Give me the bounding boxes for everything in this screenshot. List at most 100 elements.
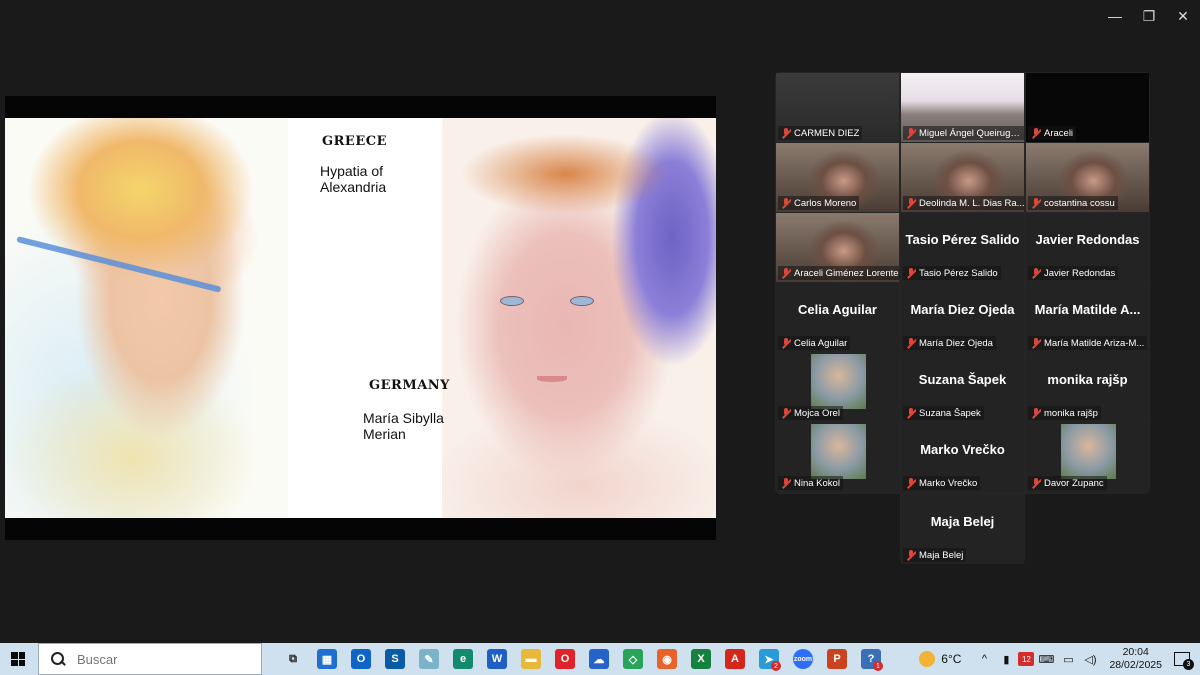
clock-date: 28/02/2025 (1109, 659, 1162, 671)
participant-tile[interactable]: Nina Kokol (776, 423, 899, 492)
sway-taskbar-button[interactable]: S (378, 643, 412, 675)
weather-widget[interactable]: 6°C (919, 651, 961, 667)
participant-tile[interactable]: monika rajšp monika rajšp (1026, 353, 1149, 422)
opera-icon: O (555, 649, 575, 669)
telegram-taskbar-button[interactable]: ➤ 2 (752, 643, 786, 675)
zoom-icon: zoom (793, 649, 813, 669)
participant-tile[interactable]: Tasio Pérez Salido Tasio Pérez Salido (901, 213, 1024, 282)
keyboard-icon[interactable]: ⌨ (1036, 649, 1056, 669)
clock[interactable]: 20:04 28/02/2025 (1109, 646, 1162, 672)
onedrive-icon: ☁ (589, 649, 609, 669)
presentation-slide: GREECE Hypatia of Alexandria GERMANY Mar… (5, 118, 716, 518)
participant-tile[interactable]: CARMEN DIEZ (776, 73, 899, 142)
participant-tile[interactable]: Javier Redondas Javier Redondas (1026, 213, 1149, 282)
participant-name-bar: Araceli (1028, 126, 1077, 140)
file-explorer-icon: ▬ (521, 649, 541, 669)
muted-mic-icon (1031, 127, 1041, 139)
participant-name: Carlos Moreno (794, 197, 857, 209)
participant-tile[interactable]: María Diez Ojeda María Diez Ojeda (901, 283, 1024, 352)
geogebra-taskbar-button[interactable]: ◇ (616, 643, 650, 675)
muted-mic-icon (1031, 477, 1041, 489)
word-taskbar-button[interactable]: W (480, 643, 514, 675)
pinned-apps: ⧉ ▦ O S ✎ e W ▬ O ☁ ◇ ◉ X A ➤ 2 zoom P? 1 (276, 643, 888, 675)
onedrive-taskbar-button[interactable]: ☁ (582, 643, 616, 675)
minimize-button[interactable]: — (1098, 0, 1132, 32)
edge-taskbar-button[interactable]: e (446, 643, 480, 675)
taskbar-search[interactable] (38, 643, 262, 675)
excel-taskbar-button[interactable]: X (684, 643, 718, 675)
participant-tile[interactable]: Mojca Orel (776, 353, 899, 422)
store-icon: ▦ (317, 649, 337, 669)
sway-icon: S (385, 649, 405, 669)
muted-mic-icon (906, 127, 916, 139)
participant-tile[interactable]: Deolinda M. L. Dias Ra... (901, 143, 1024, 212)
store-taskbar-button[interactable]: ▦ (310, 643, 344, 675)
participant-tile[interactable]: Carlos Moreno (776, 143, 899, 212)
file-explorer-taskbar-button[interactable]: ▬ (514, 643, 548, 675)
help-taskbar-button[interactable]: ? 1 (854, 643, 888, 675)
acrobat-taskbar-button[interactable]: A (718, 643, 752, 675)
participant-name: Miguel Ángel Queiruga Di... (919, 127, 1024, 139)
muted-mic-icon (906, 477, 916, 489)
participant-name: monika rajšp (1044, 407, 1098, 419)
participant-tile[interactable]: Celia Aguilar Celia Aguilar (776, 283, 899, 352)
participant-name-bar: María Matilde Ariza-M... (1028, 336, 1148, 350)
volume-icon[interactable]: ◁) (1080, 649, 1100, 669)
firefox-taskbar-button[interactable]: ◉ (650, 643, 684, 675)
muted-mic-icon (781, 267, 791, 279)
participant-big-name: Marko Vrečko (920, 442, 1005, 457)
network-icon[interactable]: ▭ (1058, 649, 1078, 669)
participant-tile[interactable]: Suzana Šapek Suzana Šapek (901, 353, 1024, 422)
right-person-label: María Sibylla Merian (363, 410, 444, 442)
participant-name: Mojca Orel (794, 407, 840, 419)
microphone-icon[interactable]: ▮ (996, 649, 1016, 669)
participant-tile[interactable]: María Matilde A... María Matilde Ariza-M.… (1026, 283, 1149, 352)
participant-name: Javier Redondas (1044, 267, 1116, 279)
muted-mic-icon (1031, 337, 1041, 349)
participant-tile[interactable]: Davor Zupanc (1026, 423, 1149, 492)
edge-icon: e (453, 649, 473, 669)
participant-tile[interactable]: Miguel Ángel Queiruga Di... (901, 73, 1024, 142)
search-input[interactable] (75, 650, 239, 668)
start-button[interactable] (0, 643, 36, 675)
weather-temp: 6°C (941, 652, 962, 666)
muted-mic-icon (781, 197, 791, 209)
zoom-taskbar-button[interactable]: zoom (786, 643, 820, 675)
left-person-label: Hypatia of Alexandria (320, 163, 387, 195)
participant-big-name: María Diez Ojeda (910, 302, 1015, 317)
powerpoint-icon: P (827, 649, 847, 669)
notification-center-icon[interactable]: 3 (1172, 648, 1194, 670)
excel-icon: X (691, 649, 711, 669)
powerpoint-taskbar-button[interactable]: P (820, 643, 854, 675)
participant-big-name: Tasio Pérez Salido (905, 232, 1020, 247)
participant-tile[interactable]: costantina cossu (1026, 143, 1149, 212)
opera-taskbar-button[interactable]: O (548, 643, 582, 675)
left-country-label: GREECE (322, 134, 387, 149)
participant-name: Deolinda M. L. Dias Ra... (919, 197, 1024, 209)
participant-tile[interactable]: Araceli (1026, 73, 1149, 142)
outlook-taskbar-button[interactable]: O (344, 643, 378, 675)
task-view-taskbar-button[interactable]: ⧉ (276, 643, 310, 675)
restore-button[interactable]: ❐ (1132, 0, 1166, 32)
right-country-label: GERMANY (369, 378, 450, 393)
windows-taskbar: ⧉▦OS✎eW▬O☁◇◉XA➤2zoomP?1 6°C ^ ▮ 12 ⌨ ▭ ◁… (0, 643, 1200, 675)
participant-name-bar: Suzana Šapek (903, 406, 984, 420)
participant-name: costantina cossu (1044, 197, 1115, 209)
participant-name-bar: Marko Vrečko (903, 476, 981, 490)
notes-taskbar-button[interactable]: ✎ (412, 643, 446, 675)
show-hidden-icons-icon[interactable]: ^ (974, 649, 994, 669)
hypatia-portrait-image (5, 118, 288, 518)
participant-name-bar: Deolinda M. L. Dias Ra... (903, 196, 1024, 210)
muted-mic-icon (906, 549, 916, 561)
participant-tile[interactable]: Araceli Giménez Lorente (776, 213, 899, 282)
participant-tile[interactable]: Maja Belej Maja Belej (901, 495, 1024, 564)
participant-name-bar: Davor Zupanc (1028, 476, 1107, 490)
muted-mic-icon (781, 337, 791, 349)
search-icon (51, 652, 65, 666)
word-icon: W (487, 649, 507, 669)
participant-tile[interactable]: Marko Vrečko Marko Vrečko (901, 423, 1024, 492)
calendar-badge-icon[interactable]: 12 (1018, 652, 1035, 666)
close-button[interactable]: ✕ (1166, 0, 1200, 32)
weather-icon (919, 651, 936, 667)
clock-time: 20:04 (1122, 646, 1149, 658)
